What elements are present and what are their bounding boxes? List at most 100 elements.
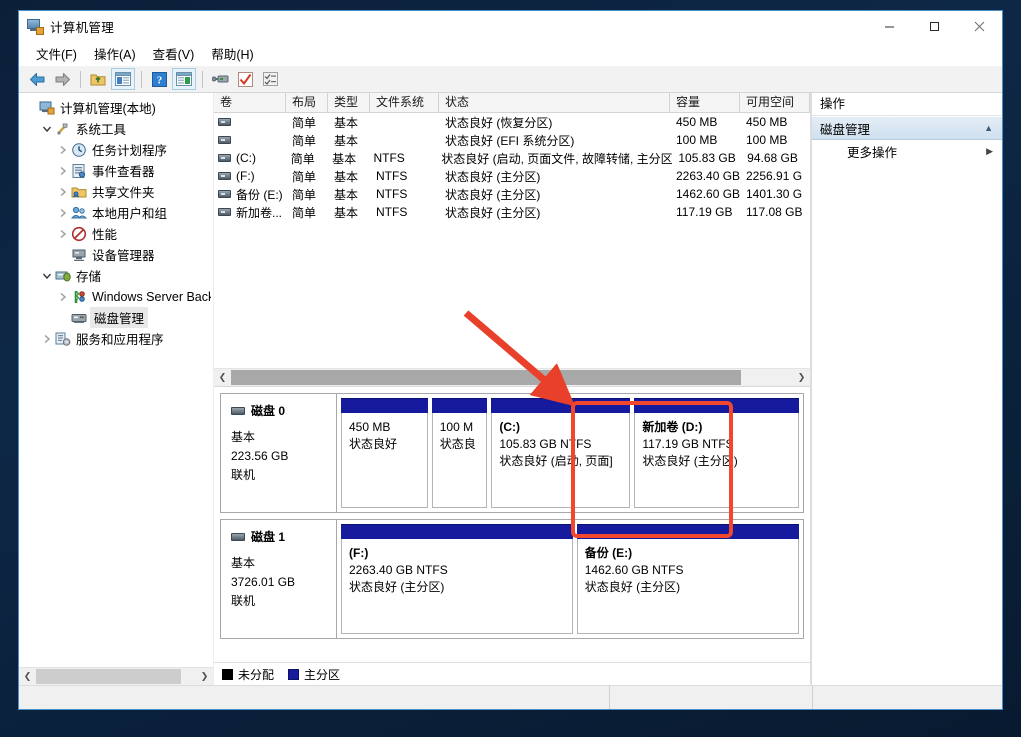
volume-column-header[interactable]: 布局 [286,93,328,112]
tree-item-performance-icon[interactable]: 性能 [19,223,213,244]
menu-action[interactable]: 操作(A) [86,42,145,65]
up-level-button[interactable] [86,68,110,90]
tree-item-label: 性能 [92,228,118,242]
forward-icon [55,72,70,86]
tree-scroll-thumb[interactable] [36,669,181,684]
volume-row[interactable]: 简单 基本 状态良好 (EFI 系统分区) 100 MB 100 MB [214,131,810,149]
action-more-actions[interactable]: 更多操作 ▶ [812,140,1002,162]
partition[interactable]: 备份 (E:) 1462.60 GB NTFS 状态良好 (主分区) [576,524,799,634]
disk-type: 基本 [231,556,256,570]
chevron-right-icon[interactable] [55,205,71,221]
volume-list: 卷布局 类型 文件系统 状态 容量 可用空间 简单 基本 状态良好 (恢复分区) 450 MB 4… [214,93,810,387]
volume-cell-type: 基本 [334,115,359,130]
menu-file[interactable]: 文件(F) [28,42,86,65]
tree-horizontal-scrollbar[interactable]: ❮ ❯ [19,667,213,685]
properties-button[interactable] [258,68,282,90]
tree-item-label: 服务和应用程序 [76,333,164,347]
help-button[interactable]: ? [147,68,171,90]
volume-column-header[interactable]: 卷 [214,93,286,112]
tree-scroll-right-icon[interactable]: ❯ [196,668,213,685]
show-hide-console-tree-button[interactable] [111,68,135,90]
volume-scroll-right-icon[interactable]: ❯ [793,369,810,386]
volume-column-header[interactable]: 可用空间 [740,93,810,112]
volume-cell-status: 状态良好 (主分区) [445,205,541,220]
minimize-button[interactable] [867,11,912,41]
volume-row[interactable]: 新加卷... 简单 基本 NTFS 状态良好 (主分区) 117.19 GB 117.08 … [214,203,810,221]
chevron-right-icon[interactable] [55,163,71,179]
disk-info-panel[interactable]: 磁盘 1 基本 3726.01 GB 联机 [221,520,337,638]
chevron-down-icon[interactable] [39,121,55,137]
partition[interactable]: 450 MB 状态良好 [341,398,428,508]
tree-item-disk-management-icon[interactable]: 磁盘管理 [19,307,213,328]
chevron-right-icon[interactable] [55,184,71,200]
tree-scroll-left-icon[interactable]: ❮ [19,668,36,685]
computer-icon [39,100,55,116]
menu-help[interactable]: 帮助(H) [203,42,262,65]
volume-cell-capacity: 1462.60 GB [676,187,740,201]
chevron-up-icon[interactable]: ▲ [984,123,993,133]
forward-button[interactable] [50,68,74,90]
actions-group-disk-management[interactable]: 磁盘管理 ▲ [812,116,1002,140]
disk-size: 223.56 GB [231,449,289,463]
partition[interactable]: 100 M 状态良 [431,398,488,508]
volume-column-header[interactable]: 状态 [439,93,670,112]
volume-list-horizontal-scrollbar[interactable]: ❮ ❯ [214,368,810,386]
rescan-disks-button[interactable] [233,68,257,90]
disk-management-icon [71,310,87,326]
volume-disk-icon [218,136,231,144]
volume-cell-free: 1401.30 G [746,187,803,201]
chevron-down-icon[interactable] [39,268,55,284]
disk-legend: 未分配 主分区 [214,662,810,685]
tree-item-device-manager-icon[interactable]: 设备管理器 [19,244,213,265]
tree-item-computer-icon[interactable]: 计算机管理(本地) [19,97,213,118]
tree-item-tools-icon[interactable]: 系统工具 [19,118,213,139]
menu-view[interactable]: 查看(V) [145,42,204,65]
window-controls [867,11,1002,41]
tree-item-clock-icon[interactable]: 任务计划程序 [19,139,213,160]
tree-item-label: 设备管理器 [92,249,155,263]
volume-column-header[interactable]: 文件系统 [370,93,439,112]
tree-item-shared-folder-icon[interactable]: 共享文件夹 [19,181,213,202]
partition[interactable]: (F:) 2263.40 GB NTFS 状态良好 (主分区) [341,524,573,634]
tree-item-label: 本地用户和组 [92,207,168,221]
volume-column-header[interactable]: 容量 [670,93,740,112]
chevron-right-icon[interactable] [55,226,71,242]
chevron-right-icon[interactable] [55,289,71,305]
chevron-right-icon[interactable] [39,331,55,347]
volume-scroll-track[interactable] [231,369,793,386]
tree-scroll-track[interactable] [36,668,196,685]
toolbar-separator-2 [141,70,142,88]
tree-item-label: 计算机管理(本地) [60,102,156,116]
tree-item-event-viewer-icon[interactable]: 事件查看器 [19,160,213,181]
back-button[interactable] [25,68,49,90]
volume-row[interactable]: (F:) 简单 基本 NTFS 状态良好 (主分区) 2263.40 GB 2256.91 … [214,167,810,185]
chevron-right-icon[interactable] [55,142,71,158]
device-manager-icon [72,249,86,261]
show-hide-action-pane-button[interactable] [172,68,196,90]
tree-item-label: 磁盘管理 [90,307,149,328]
tree-item-services-icon[interactable]: 服务和应用程序 [19,328,213,349]
maximize-icon [930,21,939,31]
partition[interactable]: (C:) 105.83 GB NTFS 状态良好 (启动, 页面] [491,398,631,508]
volume-cell-volume [214,136,286,144]
partition-highlighted[interactable]: 新加卷 (D:) 117.19 GB NTFS 状态良好 (主分区) [634,398,799,508]
disk-info-panel[interactable]: 磁盘 0 基本 223.56 GB 联机 [221,394,337,512]
volume-cell-fs: NTFS [376,169,408,183]
partition-strip: 450 MB 状态良好 100 M 状态良 (C:) 105.83 GB NTFS 状态良好… [337,394,803,512]
close-button[interactable] [957,11,1002,41]
clock-icon [72,142,86,157]
volume-row[interactable]: (C:) 简单 基本 NTFS 状态良好 (启动, 页面文件, 故障转储, 主分区) 10… [214,149,810,167]
volume-row[interactable]: 备份 (E:) 简单 基本 NTFS 状态良好 (主分区) 1462.60 GB 1401.… [214,185,810,203]
title-bar: 计算机管理 [19,11,1002,41]
volume-scroll-left-icon[interactable]: ❮ [214,369,231,386]
volume-column-header[interactable]: 类型 [328,93,370,112]
volume-scroll-thumb[interactable] [231,370,741,385]
tree-item-storage-icon[interactable]: 存储 [19,265,213,286]
tree-item-users-groups-icon[interactable]: 本地用户和组 [19,202,213,223]
users-groups-icon [70,206,88,218]
tree-item-backup-icon[interactable]: Windows Server Back [19,286,213,307]
maximize-button[interactable] [912,11,957,41]
connect-button[interactable] [208,68,232,90]
volume-row[interactable]: 简单 基本 状态良好 (恢复分区) 450 MB 450 MB [214,113,810,131]
actions-pane: 操作 磁盘管理 ▲ 更多操作 ▶ [811,93,1002,685]
